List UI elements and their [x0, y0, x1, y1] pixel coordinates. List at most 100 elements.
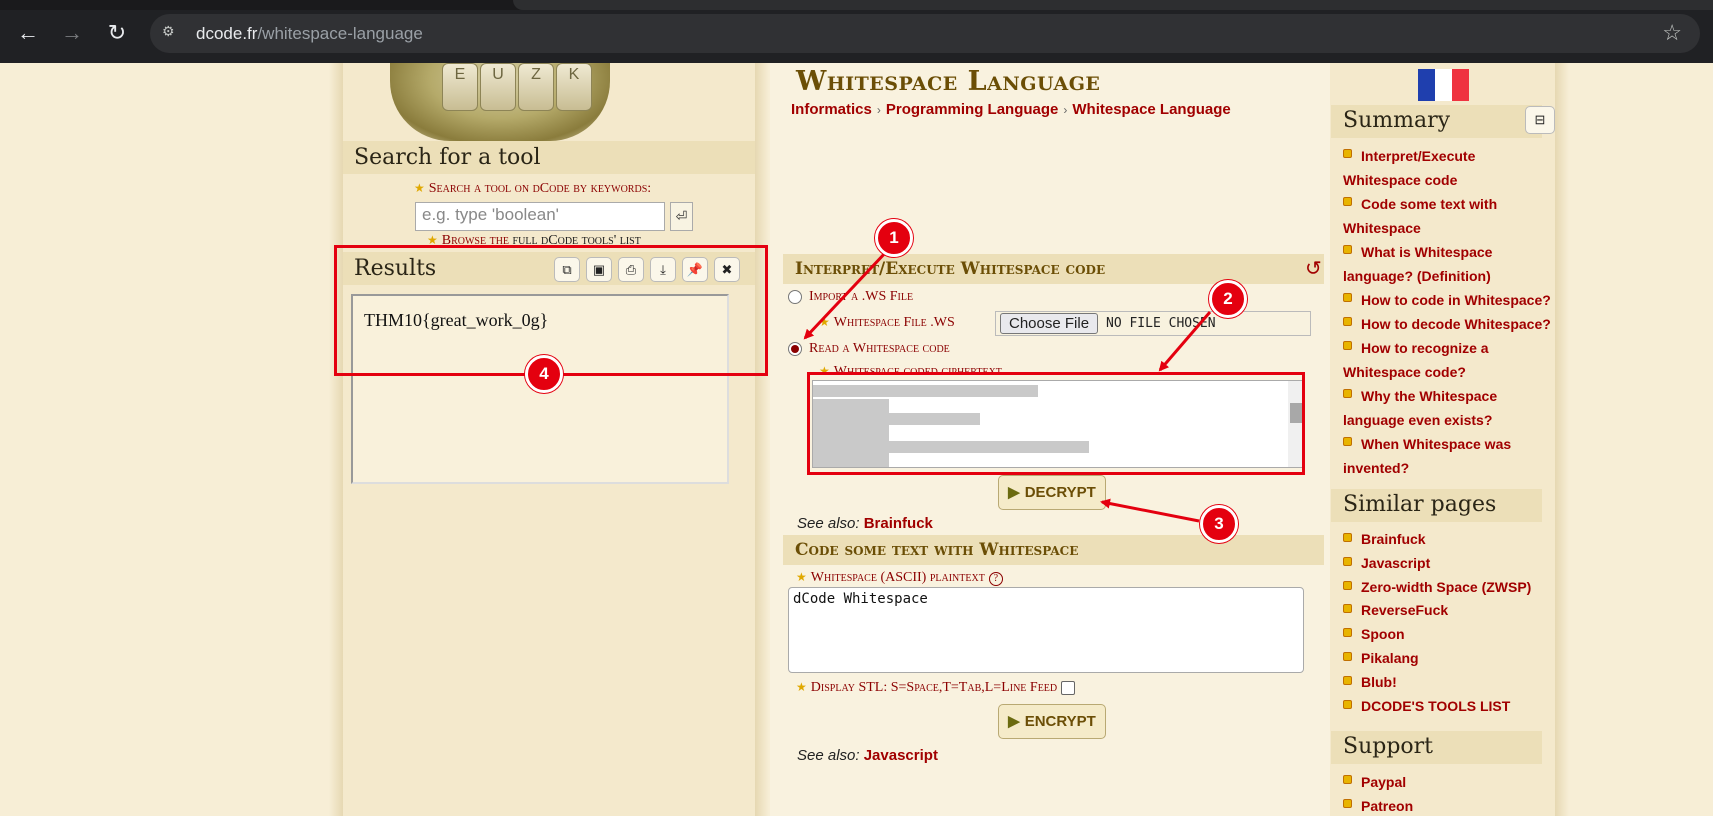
summary-item-label: What is Whitespace language? (Definition…: [1343, 244, 1493, 284]
support-list: ▸ Paypal ▸ Patreon: [1343, 770, 1413, 816]
annotation-marker-4: 4: [525, 355, 563, 393]
search-submit-icon[interactable]: ⏎: [670, 202, 693, 231]
collapse-icon[interactable]: ⊟: [1525, 106, 1555, 134]
summary-item[interactable]: ▸ How to decode Whitespace?: [1343, 312, 1555, 336]
arrow-bullet-icon: ▸: [1343, 775, 1352, 784]
similar-item-label: Javascript: [1361, 554, 1431, 571]
decrypt-label: DECRYPT: [1024, 484, 1096, 501]
reset-icon[interactable]: ↺: [1305, 256, 1322, 281]
arrow-bullet-icon: ▸: [1343, 580, 1352, 590]
display-stl-label: Display STL: S=Space,T=Tab,L=Line Feed: [810, 680, 1058, 695]
plaintext-label-text: Whitespace (ASCII) plaintext: [810, 570, 985, 585]
arrow-bullet-icon: ▸: [1343, 197, 1352, 206]
breadcrumb-informatics[interactable]: Informatics: [791, 101, 872, 118]
see-also-label: See also:: [797, 747, 860, 764]
summary-item-label: When Whitespace was invented?: [1343, 436, 1512, 476]
display-stl-checkbox[interactable]: [1061, 680, 1076, 695]
breadcrumb-programming-language[interactable]: Programming Language: [886, 101, 1059, 118]
similar-item[interactable]: ▸ Pikalang: [1343, 647, 1531, 671]
similar-item[interactable]: ▸ Brainfuck: [1343, 528, 1531, 552]
support-item-label: Patreon: [1361, 798, 1414, 814]
support-item[interactable]: ▸ Paypal: [1343, 770, 1413, 794]
ws-file-label-text: Whitespace File .WS: [833, 315, 955, 330]
summary-item[interactable]: ▸Interpret/Execute Whitespace code: [1343, 144, 1555, 192]
similar-item[interactable]: ▸ Javascript: [1343, 552, 1531, 576]
forward-arrow-icon[interactable]: →: [57, 18, 87, 48]
url-text[interactable]: dcode.fr/whitespace-language: [196, 24, 423, 44]
back-arrow-icon[interactable]: ←: [13, 18, 43, 48]
breadcrumb-whitespace-language[interactable]: Whitespace Language: [1072, 101, 1230, 118]
ws-file-label: ★ Whitespace File .WS: [819, 315, 955, 331]
breadcrumb-separator: ›: [876, 103, 881, 117]
star-bullet-icon: ★: [414, 181, 425, 195]
plaintext-label: ★ Whitespace (ASCII) plaintext?: [796, 570, 1003, 586]
cryptex-ring: E: [442, 63, 478, 111]
arrow-bullet-icon: ▸: [1343, 556, 1352, 566]
similar-item-label: ReverseFuck: [1361, 602, 1449, 619]
cryptex-ring: Z: [518, 63, 554, 111]
summary-item[interactable]: ▸ How to code in Whitespace?: [1343, 288, 1555, 312]
summary-item-label: Interpret/Execute Whitespace code: [1343, 148, 1476, 188]
file-input[interactable]: Choose File NO FILE CHOSEN: [995, 311, 1311, 336]
reload-icon[interactable]: ↻: [102, 18, 132, 48]
similar-item[interactable]: ▸ Zero-width Space (ZWSP): [1343, 576, 1531, 600]
breadcrumb-separator: ›: [1063, 103, 1068, 117]
summary-item[interactable]: ▸Code some text with Whitespace: [1343, 192, 1555, 240]
similar-pages-header: Similar pages: [1331, 489, 1542, 522]
plaintext-textarea[interactable]: dCode Whitespace: [788, 587, 1304, 673]
encrypt-button[interactable]: ▶ ENCRYPT: [998, 704, 1106, 739]
active-tab-edge: [513, 0, 1713, 10]
support-header: Support: [1331, 731, 1542, 764]
read-code-radio[interactable]: [788, 342, 802, 356]
import-ws-radio[interactable]: [788, 290, 802, 304]
breadcrumb: Informatics › Programming Language › Whitesp…: [791, 101, 1231, 118]
arrow-bullet-icon: ▸: [1343, 533, 1352, 542]
similar-item[interactable]: ▸ Spoon: [1343, 623, 1531, 647]
search-header: Search for a tool: [343, 141, 755, 174]
summary-item[interactable]: ▸How to recognize a Whitespace code?: [1343, 336, 1555, 384]
similar-item[interactable]: ▸ ReverseFuck: [1343, 599, 1531, 623]
display-stl-option: ★ Display STL: S=Space,T=Tab,L=Line Feed: [796, 680, 1076, 696]
summary-item-label: Why the Whitespace language even exists?: [1343, 388, 1498, 428]
summary-item-label: How to recognize a Whitespace code?: [1343, 340, 1489, 380]
site-settings-icon[interactable]: ⚙: [162, 23, 182, 43]
interpret-header: Interpret/Execute Whitespace code: [783, 254, 1324, 284]
similar-item[interactable]: ▸ Blub!: [1343, 671, 1531, 695]
arrow-bullet-icon: ▸: [1343, 389, 1352, 398]
similar-item-label: Pikalang: [1361, 649, 1419, 666]
summary-item[interactable]: ▸What is Whitespace language? (Definitio…: [1343, 240, 1555, 288]
star-bullet-icon: ★: [796, 680, 807, 694]
star-bullet-icon: ★: [796, 570, 807, 584]
similar-item-label: Blub!: [1361, 673, 1397, 690]
help-icon[interactable]: ?: [988, 572, 1003, 586]
see-also-link-javascript[interactable]: Javascript: [864, 747, 938, 764]
tab-strip: [0, 0, 1713, 10]
url-path: /whitespace-language: [257, 24, 423, 43]
summary-item[interactable]: ▸When Whitespace was invented?: [1343, 432, 1555, 480]
code-header: Code some text with Whitespace: [783, 535, 1324, 565]
see-also-link-brainfuck[interactable]: Brainfuck: [864, 515, 933, 532]
left-shadow: [329, 63, 343, 816]
summary-item[interactable]: ▸Why the Whitespace language even exists…: [1343, 384, 1555, 432]
similar-item-label: Brainfuck: [1361, 531, 1426, 547]
support-item[interactable]: ▸ Patreon: [1343, 794, 1413, 816]
french-flag-icon[interactable]: [1418, 69, 1469, 101]
arrow-bullet-icon: ▸: [1343, 675, 1352, 685]
choose-file-button[interactable]: Choose File: [1000, 313, 1099, 334]
arrow-bullet-icon: ▸: [1343, 799, 1352, 808]
annotation-marker-2: 2: [1209, 280, 1247, 318]
star-icon[interactable]: ☆: [1662, 20, 1682, 46]
address-bar[interactable]: ⚙ dcode.fr/whitespace-language ☆: [150, 14, 1700, 53]
arrow-bullet-icon: ▸: [1343, 293, 1352, 302]
similar-item[interactable]: ▸ DCODE'S TOOLS LIST: [1343, 695, 1531, 719]
arrow-bullet-icon: ▸: [1343, 245, 1352, 254]
similar-pages-list: ▸ Brainfuck ▸ Javascript ▸ Zero-width Space…: [1343, 528, 1531, 718]
decrypt-button[interactable]: ▶ DECRYPT: [998, 475, 1106, 510]
see-also-javascript: See also: Javascript: [797, 747, 938, 764]
arrow-bullet-icon: ▸: [1343, 628, 1352, 638]
dcode-logo[interactable]: E U Z K: [390, 63, 610, 141]
arrow-bullet-icon: ▸: [1343, 317, 1352, 326]
arrow-bullet-icon: ▸: [1343, 149, 1352, 158]
search-input[interactable]: e.g. type 'boolean': [415, 202, 665, 231]
similar-item-label: Spoon: [1361, 626, 1405, 643]
